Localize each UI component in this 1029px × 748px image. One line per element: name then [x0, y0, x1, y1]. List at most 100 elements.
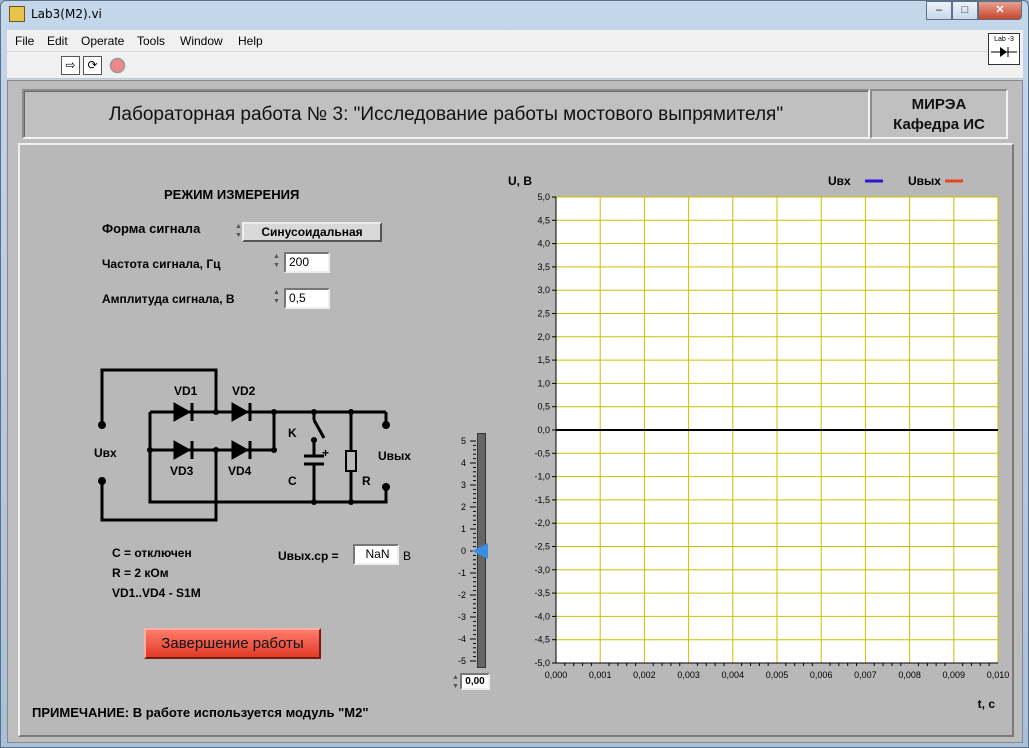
toolbar: ⇨ ⟳ — [7, 52, 1023, 79]
x-tick-label: 0,004 — [722, 670, 745, 680]
slider-digital-display[interactable]: 0,00 — [460, 673, 490, 690]
y-tick-label: 0,0 — [537, 425, 550, 435]
output-voltage-label: Uвых — [378, 449, 411, 463]
y-tick-label: -2,0 — [534, 518, 550, 528]
diode-param: VD1..VD4 - S1M — [112, 586, 201, 600]
waveform-select[interactable]: Синусоидальная — [242, 222, 382, 242]
uavg-indicator: NaN — [353, 544, 399, 565]
vd4-label: VD4 — [228, 464, 252, 478]
resistor-param: R = 2 кОм — [112, 566, 169, 580]
menu-window[interactable]: Window — [180, 34, 223, 48]
maximize-button[interactable]: □ — [952, 1, 978, 20]
y-tick-label: 3,0 — [537, 285, 550, 295]
window-title: Lab3(M2).vi — [31, 7, 102, 21]
slider-tick-label: 0 — [461, 546, 466, 556]
y-tick-label: 1,5 — [537, 355, 550, 365]
vi-icon-label: Lab -3 — [994, 36, 1014, 43]
legend-label: Uвых — [908, 174, 941, 188]
measurement-panel: РЕЖИМ ИЗМЕРЕНИЯ Форма сигнала ▲ ▼ Синусои… — [18, 143, 1014, 737]
y-tick-label: -1,0 — [534, 472, 550, 482]
minimize-button[interactable]: – — [926, 1, 952, 20]
slider-tick-label: -4 — [458, 634, 466, 644]
vd2-label: VD2 — [232, 384, 256, 398]
menu-tools[interactable]: Tools — [137, 34, 165, 48]
slider-pointer-icon[interactable] — [472, 543, 488, 559]
menu-bar: File Edit Operate Tools Window Help — [7, 30, 1023, 52]
bridge-rectifier-schematic: VD1 VD2 VD3 VD4 K + C R Uвх Uвых — [94, 368, 411, 522]
slider-tick-label: 1 — [461, 524, 466, 534]
lab-title: Лабораторная работа № 3: "Исследование р… — [108, 104, 784, 125]
x-tick-label: 0,007 — [854, 670, 877, 680]
slider-tick-label: 5 — [461, 436, 466, 446]
y-tick-label: 1,0 — [537, 378, 550, 388]
vd3-label: VD3 — [170, 464, 194, 478]
waveform-chart[interactable]: 0,000 0,001 0,002 0,003 0,004 0,005 0,006 0,007… — [490, 167, 1010, 717]
y-tick-label: -1,5 — [534, 495, 550, 505]
y-axis-label: U, B — [508, 174, 532, 188]
close-button[interactable]: ✕ — [978, 1, 1022, 20]
y-tick-label: 3,5 — [537, 262, 550, 272]
x-tick-label: 0,010 — [987, 670, 1010, 680]
menu-file[interactable]: File — [15, 34, 34, 48]
menu-edit[interactable]: Edit — [47, 34, 68, 48]
x-tick-label: 0,008 — [898, 670, 921, 680]
capacitor-c-label: C — [288, 474, 297, 488]
x-tick-label: 0,000 — [545, 670, 568, 680]
uavg-label: Uвых.ср = — [278, 549, 339, 563]
x-tick-label: 0,006 — [810, 670, 833, 680]
switch-k-label: K — [288, 426, 297, 440]
frequency-spinner-icon[interactable]: ▲ ▼ — [271, 252, 282, 273]
y-tick-label: -3,5 — [534, 588, 550, 598]
mode-title: РЕЖИМ ИЗМЕРЕНИЯ — [164, 187, 300, 202]
y-tick-label: -5,0 — [534, 658, 550, 668]
legend-label: Uвх — [828, 174, 851, 188]
x-tick-label: 0,009 — [943, 670, 966, 680]
capacitor-plus-label: + — [322, 446, 329, 460]
front-panel: Лабораторная работа № 3: "Исследование р… — [7, 80, 1023, 743]
x-axis-label: t, c — [978, 697, 996, 711]
labview-app-icon — [9, 6, 25, 22]
frequency-label: Частота сигнала, Гц — [102, 257, 221, 271]
y-tick-label: 4,0 — [537, 239, 550, 249]
x-tick-label: 0,005 — [766, 670, 789, 680]
title-bar[interactable]: Lab3(M2).vi – □ ✕ — [1, 1, 1028, 29]
slider-tick-label: -3 — [458, 612, 466, 622]
y-tick-label: -3,0 — [534, 565, 550, 575]
x-tick-label: 0,001 — [589, 670, 612, 680]
input-voltage-label: Uвх — [94, 446, 117, 460]
slider-tick-label: 3 — [461, 480, 466, 490]
y-tick-label: 2,0 — [537, 332, 550, 342]
org-name: МИРЭА — [911, 96, 967, 113]
frequency-input[interactable]: 200 — [284, 252, 330, 273]
run-arrow-icon[interactable]: ⇨ — [61, 56, 80, 75]
x-tick-label: 0,002 — [633, 670, 656, 680]
waveform-label: Форма сигнала — [102, 221, 201, 236]
menu-help[interactable]: Help — [238, 34, 263, 48]
resistor-r-label: R — [362, 474, 371, 488]
y-tick-label: 4,5 — [537, 215, 550, 225]
menu-operate[interactable]: Operate — [81, 34, 124, 48]
slider-tick-label: -2 — [458, 590, 466, 600]
y-tick-label: 5,0 — [537, 192, 550, 202]
amplitude-input[interactable]: 0,5 — [284, 288, 330, 309]
y-tick-label: -4,5 — [534, 635, 550, 645]
slider-tick-label: -5 — [458, 656, 466, 666]
slider-tick-label: 4 — [461, 458, 466, 468]
amplitude-spinner-icon[interactable]: ▲ ▼ — [271, 288, 282, 309]
y-tick-label: 0,5 — [537, 402, 550, 412]
slider-tick-label: 2 — [461, 502, 466, 512]
vi-icon[interactable]: Lab -3 — [988, 33, 1020, 65]
finish-work-button[interactable]: Завершение работы — [144, 628, 321, 659]
labview-window: Lab3(M2).vi – □ ✕ File Edit Operate Tool… — [0, 0, 1029, 748]
run-continuously-icon[interactable]: ⟳ — [83, 56, 102, 75]
abort-icon[interactable] — [108, 56, 127, 75]
uavg-unit: B — [403, 549, 412, 563]
y-tick-label: -4,0 — [534, 611, 550, 621]
note-text: ПРИМЕЧАНИЕ: В работе используется модуль… — [32, 705, 369, 720]
y-tick-label: -0,5 — [534, 448, 550, 458]
vd1-label: VD1 — [174, 384, 198, 398]
y-tick-label: -2,5 — [534, 542, 550, 552]
amplitude-label: Амплитуда сигнала, В — [102, 292, 235, 306]
header-box: Лабораторная работа № 3: "Исследование р… — [22, 89, 870, 139]
capacitor-param: C = отключен — [112, 546, 192, 560]
